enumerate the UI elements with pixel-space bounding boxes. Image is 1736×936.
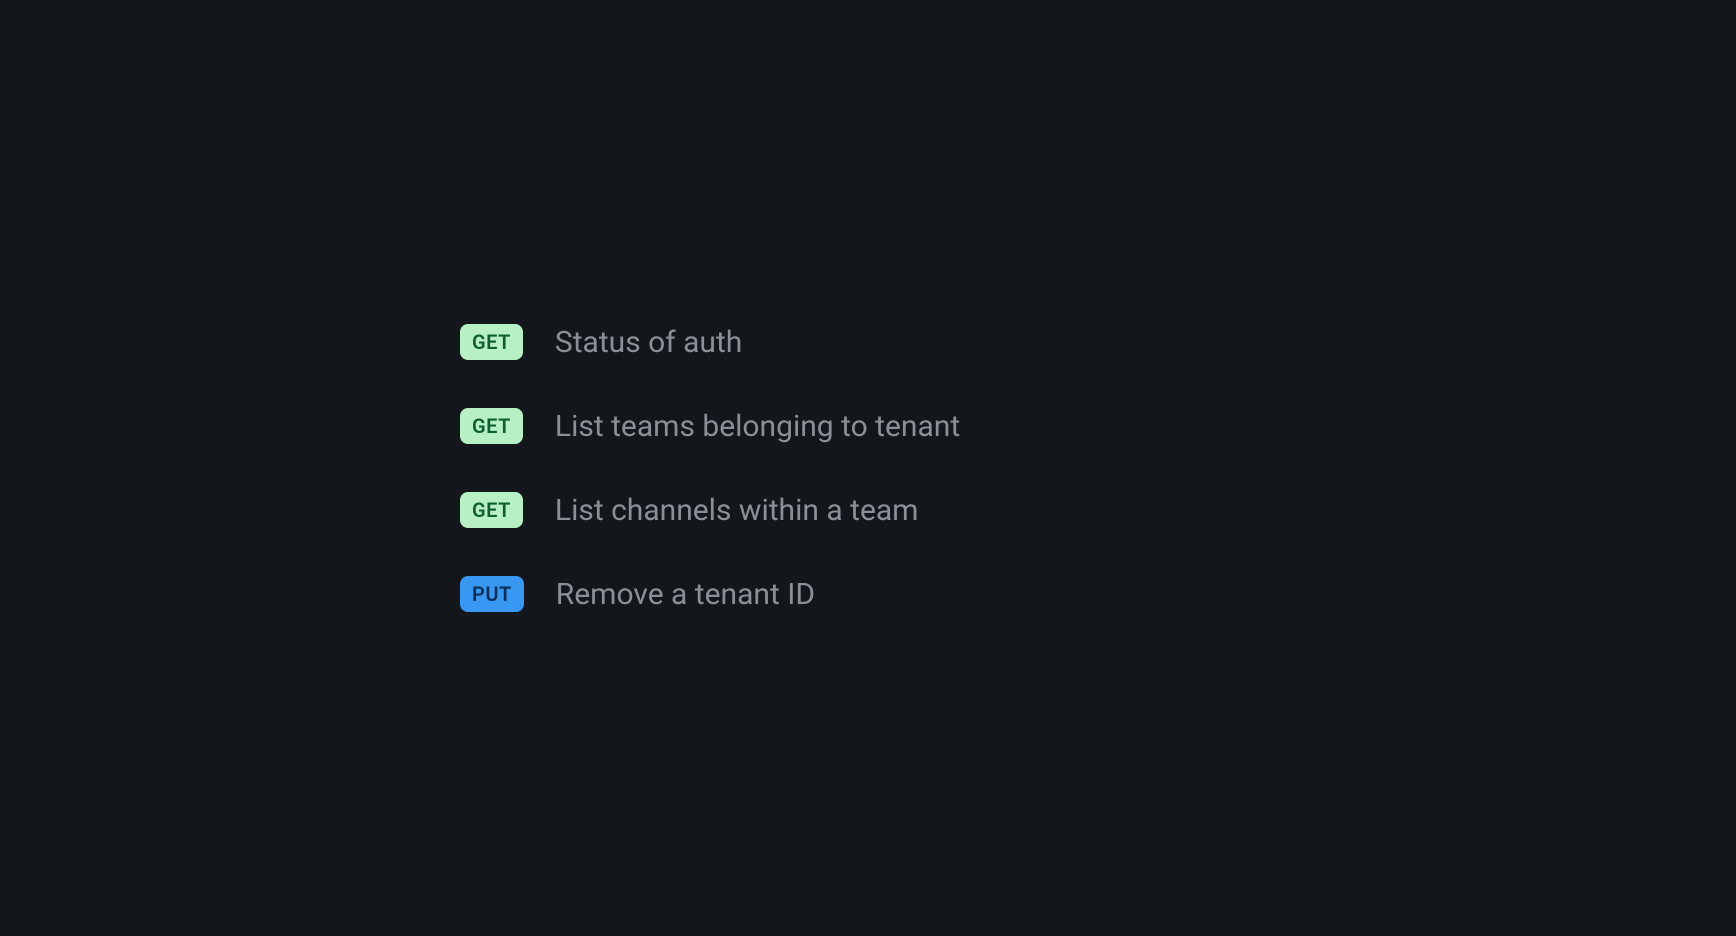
endpoint-row-list-channels[interactable]: GET List channels within a team: [460, 492, 960, 528]
http-method-badge: GET: [460, 324, 523, 360]
http-method-badge: GET: [460, 492, 523, 528]
http-method-badge: PUT: [460, 576, 524, 612]
http-method-badge: GET: [460, 408, 523, 444]
endpoint-label: List teams belonging to tenant: [555, 409, 960, 444]
endpoint-label: List channels within a team: [555, 493, 919, 528]
endpoint-row-list-teams[interactable]: GET List teams belonging to tenant: [460, 408, 960, 444]
endpoint-list: GET Status of auth GET List teams belong…: [460, 324, 960, 612]
endpoint-row-remove-tenant[interactable]: PUT Remove a tenant ID: [460, 576, 960, 612]
endpoint-label: Remove a tenant ID: [556, 577, 815, 612]
endpoint-label: Status of auth: [555, 325, 742, 360]
endpoint-row-status-of-auth[interactable]: GET Status of auth: [460, 324, 960, 360]
